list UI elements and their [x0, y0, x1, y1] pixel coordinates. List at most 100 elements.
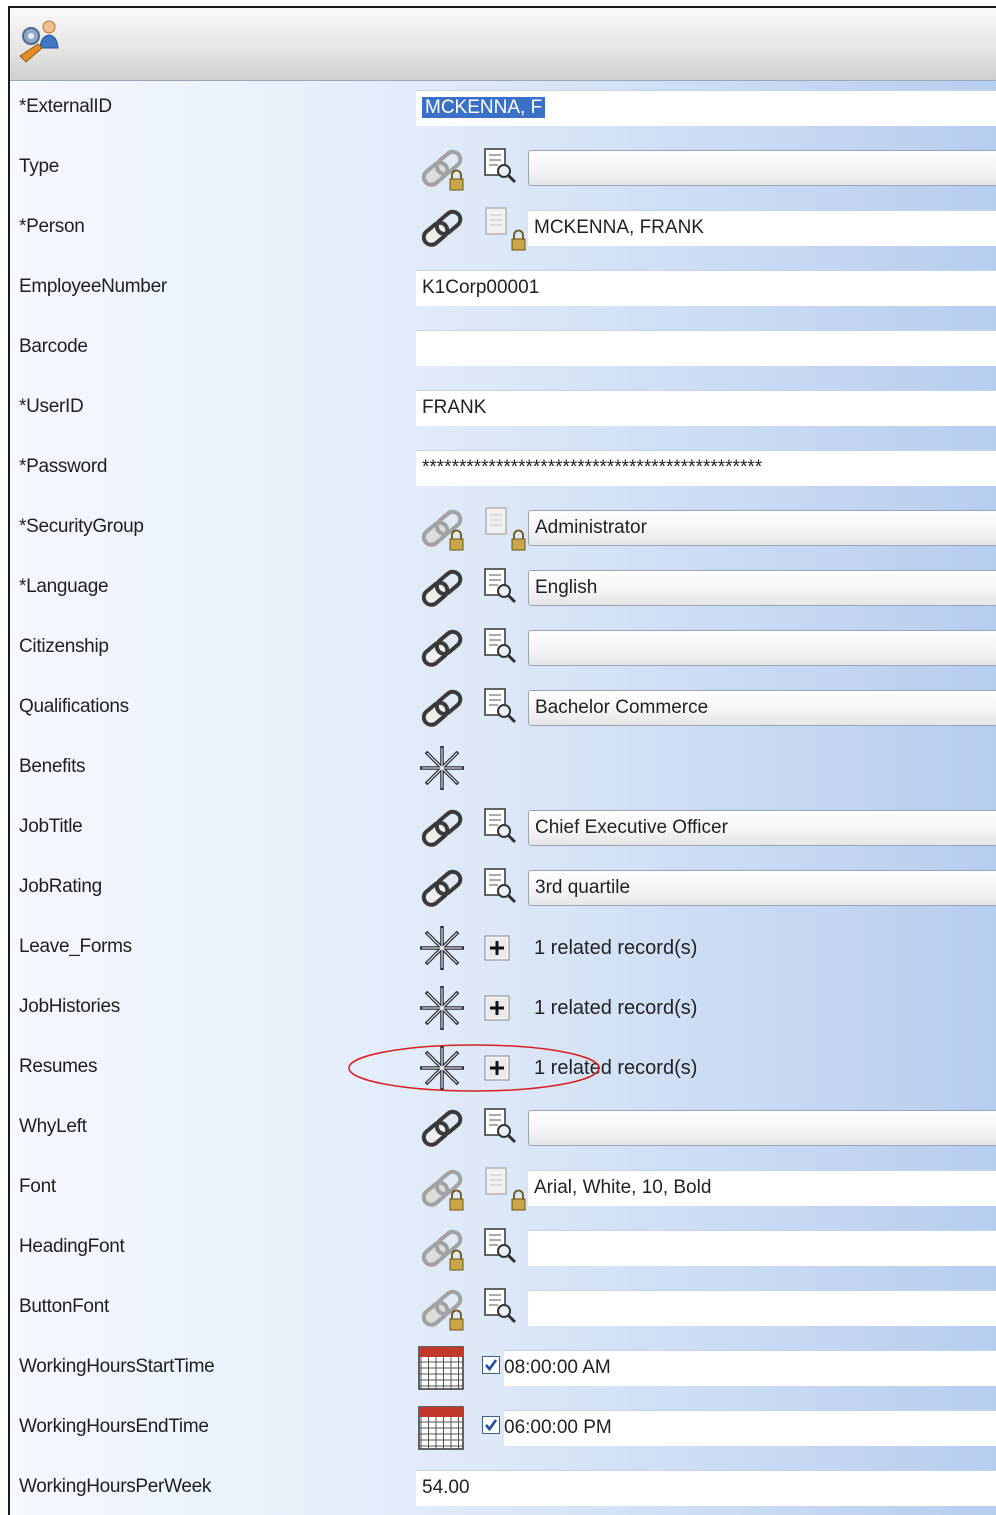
- form-row-whyleft: WhyLeft: [10, 1098, 996, 1158]
- lookup-icon[interactable]: [480, 684, 528, 737]
- font-value[interactable]: Arial, White, 10, Bold: [528, 1170, 996, 1206]
- asterisk-icon[interactable]: [417, 743, 467, 798]
- asterisk-icon[interactable]: [417, 983, 467, 1038]
- form-row-language: *Language English: [10, 558, 996, 618]
- calendar-icon[interactable]: [418, 1406, 464, 1455]
- field-label: WorkingHoursEndTime: [19, 1416, 209, 1437]
- field-label: *Language: [19, 576, 109, 597]
- form-row-person: *Person MCKENNA, FRANK: [10, 198, 996, 258]
- field-label: WorkingHoursPerWeek: [19, 1476, 212, 1497]
- form-row-userid: *UserID FRANK: [10, 378, 996, 438]
- form-row-jobrating: JobRating 3rd quartile: [10, 858, 996, 918]
- field-label: HeadingFont: [19, 1236, 125, 1257]
- form-row-font: Font Arial, White, 10, Bold: [10, 1158, 996, 1218]
- jobrating-select[interactable]: 3rd quartile: [528, 870, 996, 906]
- locked-link-icon: [418, 504, 468, 557]
- field-label: Leave_Forms: [19, 936, 132, 957]
- language-select[interactable]: English: [528, 570, 996, 606]
- form-row-workinghoursstarttime: WorkingHoursStartTime 08:00:00 AM: [10, 1338, 996, 1398]
- headingfont-value[interactable]: [528, 1230, 996, 1266]
- link-icon[interactable]: [418, 564, 468, 617]
- form-row-externalid: *ExternalID MCKENNA, F: [10, 78, 996, 138]
- title-bar: [10, 8, 996, 81]
- whyleft-select[interactable]: [528, 1110, 996, 1146]
- asterisk-icon[interactable]: [417, 923, 467, 978]
- field-label: WorkingHoursStartTime: [19, 1356, 215, 1377]
- securitygroup-select[interactable]: Administrator: [528, 510, 996, 546]
- field-label: JobTitle: [19, 816, 83, 837]
- lookup-icon[interactable]: [480, 1104, 528, 1157]
- field-label: *Person: [19, 216, 85, 237]
- link-icon[interactable]: [418, 684, 468, 737]
- person-value[interactable]: MCKENNA, FRANK: [528, 210, 996, 246]
- link-icon[interactable]: [418, 864, 468, 917]
- form-row-jobtitle: JobTitle Chief Executive Officer: [10, 798, 996, 858]
- lookup-icon[interactable]: [480, 804, 528, 857]
- workinghoursstarttime-checkbox[interactable]: [482, 1356, 500, 1374]
- form-row-workinghoursendtime: WorkingHoursEndTime 06:00:00 PM: [10, 1398, 996, 1458]
- field-label: *ExternalID: [19, 96, 112, 117]
- employeenumber-input[interactable]: K1Corp00001: [416, 270, 996, 306]
- field-label: JobRating: [19, 876, 102, 897]
- link-icon[interactable]: [418, 204, 468, 257]
- related-records-link[interactable]: 1 related record(s): [534, 990, 697, 1026]
- form-row-barcode: Barcode: [10, 318, 996, 378]
- lookup-icon[interactable]: [480, 564, 528, 617]
- link-icon[interactable]: [418, 1104, 468, 1157]
- form-row-securitygroup: *SecurityGroup Administrator: [10, 498, 996, 558]
- field-label: *Password: [19, 456, 108, 477]
- highlight-ellipse: [346, 1042, 602, 1099]
- buttonfont-value[interactable]: [528, 1290, 996, 1326]
- form-row-resumes: Resumes 1 related record(s): [10, 1038, 996, 1098]
- add-record-icon[interactable]: [484, 935, 510, 966]
- field-label: Qualifications: [19, 696, 129, 717]
- form-row-headingfont: HeadingFont: [10, 1218, 996, 1278]
- locked-link-icon: [418, 1164, 468, 1217]
- field-label: ButtonFont: [19, 1296, 109, 1317]
- lookup-icon[interactable]: [480, 1224, 528, 1277]
- field-label: *UserID: [19, 396, 84, 417]
- link-icon[interactable]: [418, 804, 468, 857]
- form-row-leave-forms: Leave_Forms 1 related record(s): [10, 918, 996, 978]
- user-settings-icon[interactable]: [16, 16, 64, 70]
- form-row-type: Type: [10, 138, 996, 198]
- locked-link-icon: [418, 1284, 468, 1337]
- type-select[interactable]: [528, 150, 996, 186]
- externalid-input[interactable]: MCKENNA, F: [416, 90, 996, 126]
- workinghoursstarttime-time-input[interactable]: 08:00:00 AM: [504, 1350, 996, 1386]
- lookup-icon[interactable]: [480, 144, 528, 197]
- field-label: EmployeeNumber: [19, 276, 167, 297]
- workinghoursperweek-input[interactable]: 54.00: [416, 1470, 996, 1506]
- locked-link-icon: [418, 144, 468, 197]
- field-label: Resumes: [19, 1056, 98, 1077]
- locked-lookup-icon: [480, 1164, 528, 1217]
- barcode-input[interactable]: [416, 330, 996, 366]
- field-label: JobHistories: [19, 996, 120, 1017]
- calendar-icon[interactable]: [418, 1346, 464, 1395]
- userid-input[interactable]: FRANK: [416, 390, 996, 426]
- form-row-buttonfont: ButtonFont: [10, 1278, 996, 1338]
- workinghoursendtime-checkbox[interactable]: [482, 1416, 500, 1434]
- link-icon[interactable]: [418, 624, 468, 677]
- lookup-icon[interactable]: [480, 624, 528, 677]
- form-row-employeenumber: EmployeeNumber K1Corp00001: [10, 258, 996, 318]
- form-row-jobhistories: JobHistories 1 related record(s): [10, 978, 996, 1038]
- locked-lookup-icon: [480, 204, 528, 257]
- form-row-password: *Password *******************************…: [10, 438, 996, 498]
- lookup-icon[interactable]: [480, 1284, 528, 1337]
- add-record-icon[interactable]: [484, 995, 510, 1026]
- field-label: Type: [19, 156, 59, 177]
- form-row-citizenship: Citizenship: [10, 618, 996, 678]
- lookup-icon[interactable]: [480, 864, 528, 917]
- field-label: Font: [19, 1176, 56, 1197]
- qualifications-select[interactable]: Bachelor Commerce: [528, 690, 996, 726]
- jobtitle-select[interactable]: Chief Executive Officer: [528, 810, 996, 846]
- workinghoursendtime-time-input[interactable]: 06:00:00 PM: [504, 1410, 996, 1446]
- password-input[interactable]: ****************************************…: [416, 450, 996, 486]
- form-window: *ExternalID MCKENNA, F Type *Person MCKENNA,…: [8, 6, 996, 1515]
- form-row-workinghoursperweek: WorkingHoursPerWeek 54.00: [10, 1458, 996, 1515]
- locked-link-icon: [418, 1224, 468, 1277]
- citizenship-select[interactable]: [528, 630, 996, 666]
- field-label: WhyLeft: [19, 1116, 87, 1137]
- related-records-link[interactable]: 1 related record(s): [534, 930, 697, 966]
